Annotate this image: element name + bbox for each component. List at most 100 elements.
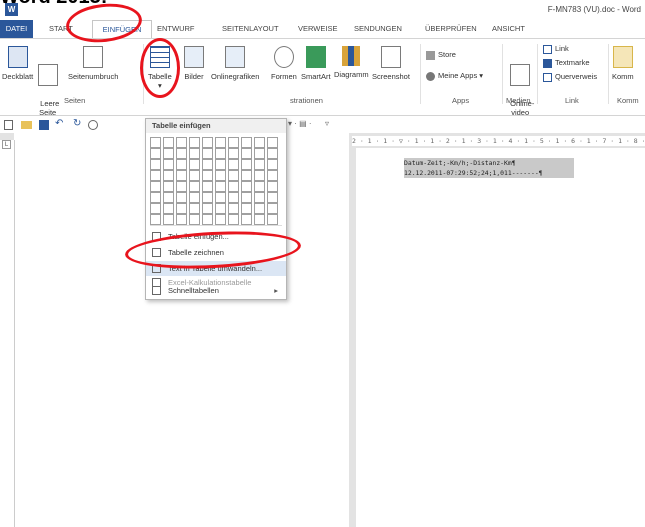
grid-cell[interactable] <box>189 214 200 225</box>
grid-cell[interactable] <box>267 170 278 181</box>
grid-cell[interactable] <box>189 203 200 214</box>
grid-cell[interactable] <box>202 159 213 170</box>
grid-cell[interactable] <box>241 170 252 181</box>
tab-ueberpruefen[interactable]: ÜBERPRÜFEN <box>425 24 477 33</box>
redo-icon[interactable]: ↻ <box>73 118 81 129</box>
leere-seite-button[interactable]: Leere Seite <box>36 46 59 117</box>
grid-cell[interactable] <box>150 170 161 181</box>
kommentar-button[interactable]: Komm <box>612 46 634 81</box>
grid-cell[interactable] <box>163 137 174 148</box>
grid-cell[interactable] <box>241 192 252 203</box>
grid-cell[interactable] <box>176 148 187 159</box>
grid-cell[interactable] <box>163 148 174 159</box>
grid-cell[interactable] <box>202 203 213 214</box>
grid-cell[interactable] <box>228 214 239 225</box>
grid-cell[interactable] <box>150 214 161 225</box>
grid-cell[interactable] <box>254 170 265 181</box>
grid-cell[interactable] <box>189 137 200 148</box>
grid-cell[interactable] <box>254 137 265 148</box>
grid-cell[interactable] <box>202 137 213 148</box>
grid-cell[interactable] <box>202 170 213 181</box>
grid-cell[interactable] <box>163 192 174 203</box>
grid-cell[interactable] <box>189 192 200 203</box>
grid-cell[interactable] <box>215 137 226 148</box>
grid-cell[interactable] <box>176 214 187 225</box>
grid-cell[interactable] <box>202 192 213 203</box>
grid-cell[interactable] <box>176 159 187 170</box>
grid-cell[interactable] <box>189 148 200 159</box>
online-video-button[interactable]: Online- video <box>506 46 534 117</box>
document-page-right[interactable] <box>356 148 645 527</box>
grid-cell[interactable] <box>228 148 239 159</box>
grid-cell[interactable] <box>215 203 226 214</box>
screenshot-button[interactable]: Screenshot <box>372 46 410 81</box>
grid-cell[interactable] <box>163 170 174 181</box>
meine-apps-button[interactable]: Meine Apps ▾ <box>426 71 483 81</box>
open-folder-icon[interactable] <box>21 121 32 129</box>
grid-cell[interactable] <box>267 214 278 225</box>
grid-cell[interactable] <box>241 203 252 214</box>
grid-cell[interactable] <box>228 170 239 181</box>
tab-einfuegen[interactable]: EINFÜGEN <box>92 20 152 38</box>
tab-start[interactable]: START <box>49 24 73 33</box>
grid-cell[interactable] <box>228 203 239 214</box>
grid-cell[interactable] <box>215 148 226 159</box>
grid-cell[interactable] <box>241 159 252 170</box>
grid-cell[interactable] <box>228 192 239 203</box>
grid-cell[interactable] <box>267 192 278 203</box>
grid-cell[interactable] <box>267 137 278 148</box>
link-button[interactable]: Link <box>543 44 569 54</box>
grid-cell[interactable] <box>163 159 174 170</box>
grid-cell[interactable] <box>150 192 161 203</box>
grid-cell[interactable] <box>241 148 252 159</box>
menu-item-tabelle-zeichnen[interactable]: Tabelle zeichnen <box>146 245 286 260</box>
grid-cell[interactable] <box>254 192 265 203</box>
textmarke-button[interactable]: Textmarke <box>543 58 590 68</box>
smartart-button[interactable]: SmartArt <box>301 46 331 81</box>
grid-cell[interactable] <box>150 148 161 159</box>
grid-cell[interactable] <box>228 137 239 148</box>
menu-item-text-in-tabelle[interactable]: Text in Tabelle umwandeln... <box>146 261 286 276</box>
onlinegrafiken-button[interactable]: Onlinegrafiken <box>211 46 259 81</box>
grid-cell[interactable] <box>215 214 226 225</box>
tabelle-button[interactable]: Tabelle ▾ <box>148 46 172 90</box>
grid-cell[interactable] <box>254 203 265 214</box>
grid-cell[interactable] <box>254 214 265 225</box>
querverweis-button[interactable]: Querverweis <box>543 72 597 82</box>
tab-verweise[interactable]: VERWEISE <box>298 24 337 33</box>
grid-cell[interactable] <box>176 181 187 192</box>
grid-cell[interactable] <box>189 181 200 192</box>
print-preview-icon[interactable] <box>88 120 98 130</box>
formen-button[interactable]: Formen <box>271 46 297 81</box>
customize-toolbar-icon[interactable]: ▿ <box>325 119 329 128</box>
grid-cell[interactable] <box>215 170 226 181</box>
grid-cell[interactable] <box>202 214 213 225</box>
grid-cell[interactable] <box>267 181 278 192</box>
grid-cell[interactable] <box>202 148 213 159</box>
more-commands-icon[interactable]: ▾ · ▤ · <box>288 119 312 128</box>
grid-cell[interactable] <box>228 181 239 192</box>
grid-cell[interactable] <box>176 192 187 203</box>
tab-seitenlayout[interactable]: SEITENLAYOUT <box>222 24 279 33</box>
selected-text-block[interactable]: Datum-Zeit;-Km/h;-Distanz-Km¶ 12.12.2011… <box>404 158 574 178</box>
grid-cell[interactable] <box>267 159 278 170</box>
tab-sendungen[interactable]: SENDUNGEN <box>354 24 402 33</box>
grid-cell[interactable] <box>163 181 174 192</box>
grid-cell[interactable] <box>189 170 200 181</box>
grid-cell[interactable] <box>215 192 226 203</box>
save-icon[interactable] <box>39 120 49 130</box>
tab-datei[interactable]: DATEI <box>0 20 33 38</box>
menu-item-tabelle-einfuegen[interactable]: Tabelle einfügen... <box>146 229 286 244</box>
grid-cell[interactable] <box>150 203 161 214</box>
grid-cell[interactable] <box>228 159 239 170</box>
grid-cell[interactable] <box>241 137 252 148</box>
grid-cell[interactable] <box>241 181 252 192</box>
diagramm-button[interactable]: Diagramm <box>334 46 369 79</box>
grid-cell[interactable] <box>176 170 187 181</box>
grid-cell[interactable] <box>176 203 187 214</box>
grid-cell[interactable] <box>267 203 278 214</box>
grid-cell[interactable] <box>150 159 161 170</box>
grid-cell[interactable] <box>241 214 252 225</box>
tab-ansicht[interactable]: ANSICHT <box>492 24 525 33</box>
menu-item-schnelltabellen[interactable]: Schnelltabellen ▸ <box>146 283 286 298</box>
